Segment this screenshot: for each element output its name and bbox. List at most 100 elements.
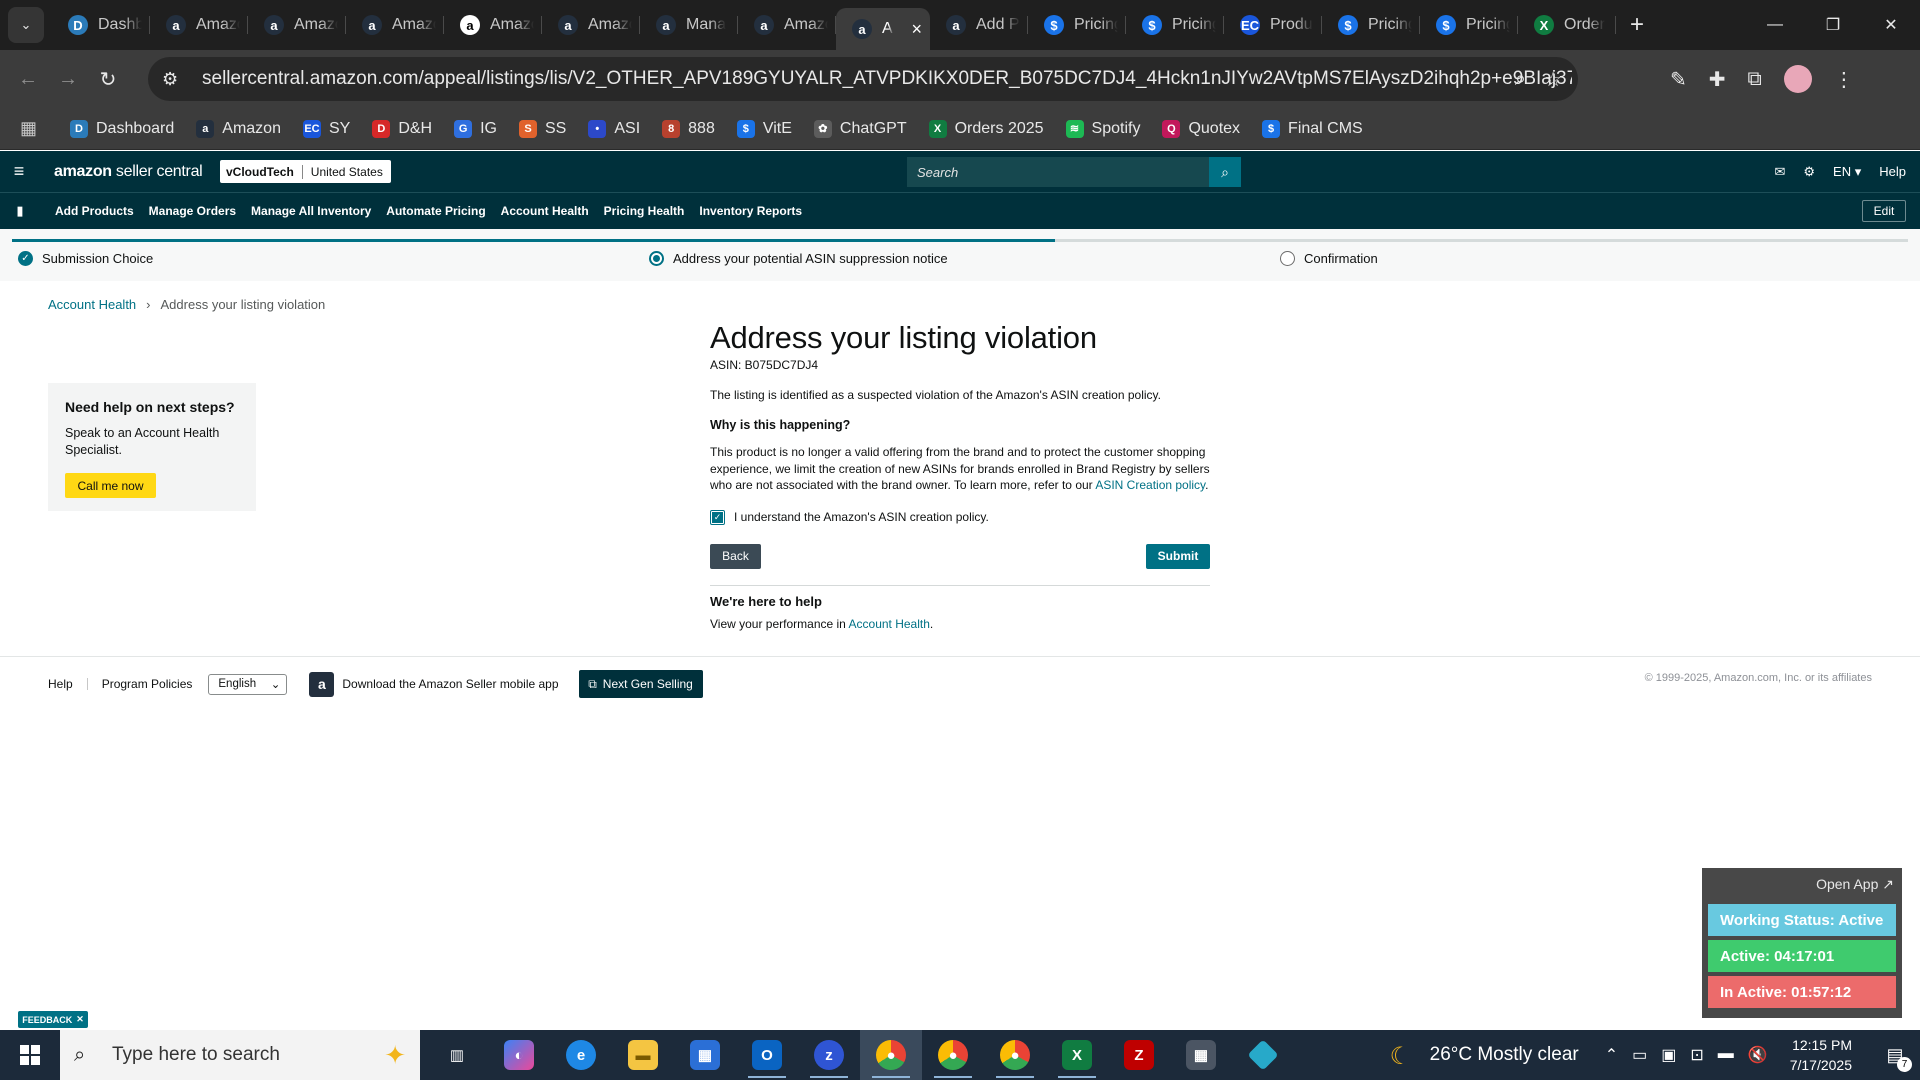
browser-tab[interactable]: a Amazo	[150, 6, 248, 44]
nav-item[interactable]: Manage All Inventory	[251, 204, 371, 218]
bookmark-item[interactable]: D D&H	[372, 119, 432, 138]
hamburger-menu-icon[interactable]: ≡	[0, 161, 38, 182]
browser-tab[interactable]: a Amazo	[248, 6, 346, 44]
display-icon[interactable]: ▭	[1632, 1045, 1647, 1065]
browser-tab[interactable]: a Amazo	[346, 6, 444, 44]
browser-menu-icon[interactable]: ⋮	[1834, 67, 1854, 92]
feedback-button[interactable]: FEEDBACK ✕	[18, 1011, 88, 1028]
browser-tab[interactable]: a Mana	[640, 6, 738, 44]
edge-icon[interactable]: e	[550, 1030, 612, 1080]
store-switcher[interactable]: vCloudTech United States	[220, 160, 391, 183]
profile-avatar[interactable]	[1783, 65, 1812, 93]
search-icon[interactable]: ⌕	[1209, 157, 1241, 187]
footer-language-select[interactable]: English ⌄	[208, 673, 288, 695]
nav-item[interactable]: Account Health	[501, 204, 589, 218]
copilot-icon[interactable]: ◐	[488, 1030, 550, 1080]
browser-tab[interactable]: a A ×	[836, 8, 930, 50]
seller-search-input[interactable]	[907, 157, 1209, 187]
browser-tab[interactable]: EC Produ	[1224, 6, 1322, 44]
nav-item[interactable]: Automate Pricing	[386, 204, 485, 218]
call-me-now-button[interactable]: Call me now	[65, 473, 156, 498]
agree-label[interactable]: I understand the Amazon's ASIN creation …	[734, 510, 989, 524]
browser-tab[interactable]: X Order	[1518, 6, 1616, 44]
volume-muted-icon[interactable]: 🔇	[1748, 1045, 1768, 1065]
bookmark-star-icon[interactable]: ☆	[1544, 67, 1562, 92]
gear-icon[interactable]: ⚙	[1803, 164, 1815, 180]
browser-tab[interactable]: $ Pricing	[1028, 6, 1126, 44]
bookmark-item[interactable]: $ Final CMS	[1262, 119, 1363, 138]
extension-shield-icon[interactable]: ✚	[1709, 67, 1726, 92]
chevron-up-icon[interactable]: ⌃	[1605, 1045, 1618, 1065]
submit-button[interactable]: Submit	[1146, 543, 1210, 569]
bookmark-item[interactable]: Q Quotex	[1162, 119, 1240, 138]
language-selector[interactable]: EN ▾	[1833, 164, 1861, 180]
address-bar[interactable]: ⚙ sellercentral.amazon.com/appeal/listin…	[148, 57, 1578, 101]
nav-item[interactable]: Add Products	[55, 204, 134, 218]
battery-icon[interactable]: ▬	[1718, 1045, 1734, 1065]
mail-icon[interactable]: ✉	[1774, 164, 1785, 180]
bookmark-item[interactable]: X Orders 2025	[928, 119, 1044, 138]
filezilla-icon[interactable]: Z	[1108, 1030, 1170, 1080]
apps-grid-icon[interactable]: ▦	[20, 117, 44, 141]
browser-tab[interactable]: $ Pricing	[1126, 6, 1224, 44]
extensions-puzzle-icon[interactable]: ⧉	[1748, 68, 1762, 91]
file-explorer-icon[interactable]: ▬	[612, 1030, 674, 1080]
breadcrumb-account-health[interactable]: Account Health	[48, 297, 136, 312]
program-policies-link[interactable]: Program Policies	[102, 677, 193, 691]
chrome-alt-icon[interactable]: ●	[984, 1030, 1046, 1080]
bookmark-item[interactable]: EC SY	[302, 119, 350, 138]
browser-tab[interactable]: $ Pricing	[1322, 6, 1420, 44]
open-app-link[interactable]: Open App ↗	[1708, 876, 1896, 900]
next-gen-selling-button[interactable]: ⧉ Next Gen Selling	[578, 670, 703, 698]
task-view-icon[interactable]: ▥	[426, 1030, 488, 1080]
bookmark-item[interactable]: G IG	[454, 119, 497, 138]
close-window-icon[interactable]: ✕	[1862, 0, 1920, 50]
zoom-icon[interactable]: ⌕	[1515, 68, 1526, 91]
taskbar-search[interactable]: ⌕ Type here to search ✦	[60, 1030, 420, 1080]
meet-icon[interactable]: ▣	[1661, 1045, 1676, 1065]
chrome-icon[interactable]: ●	[860, 1030, 922, 1080]
bookmark-icon[interactable]: ▮	[0, 203, 40, 219]
bookmark-item[interactable]: • ASI	[588, 119, 640, 138]
app-download-link[interactable]: Download the Amazon Seller mobile app	[342, 677, 558, 691]
app-diamond-icon[interactable]	[1232, 1030, 1294, 1080]
asin-creation-policy-link[interactable]: ASIN Creation policy	[1095, 478, 1205, 492]
excel-icon[interactable]: X	[1046, 1030, 1108, 1080]
reload-icon[interactable]: ↻	[88, 59, 128, 99]
copilot-sparkle-icon[interactable]: ✦	[384, 1040, 406, 1071]
bookmark-item[interactable]: ≋ Spotify	[1065, 119, 1140, 138]
new-tab-plus-icon[interactable]: +	[1630, 11, 1644, 39]
notification-icon[interactable]: ▤ 7	[1870, 1030, 1920, 1080]
edit-nav-button[interactable]: Edit	[1862, 200, 1906, 222]
footer-help-link[interactable]: Help	[48, 677, 73, 691]
chrome-profile-icon[interactable]: ●	[922, 1030, 984, 1080]
close-icon[interactable]: ✕	[76, 1014, 84, 1025]
tab-close-icon[interactable]: ×	[911, 19, 922, 40]
nav-item[interactable]: Pricing Health	[604, 204, 685, 218]
clock[interactable]: 12:15 PM 7/17/2025	[1790, 1035, 1852, 1075]
nav-item[interactable]: Inventory Reports	[699, 204, 802, 218]
screen-icon[interactable]: ⊡	[1690, 1045, 1703, 1065]
bookmark-item[interactable]: $ VitE	[736, 119, 792, 138]
browser-tab[interactable]: a Amazo	[738, 6, 836, 44]
nav-item[interactable]: Manage Orders	[149, 204, 236, 218]
agree-checkbox[interactable]: ✓	[710, 509, 725, 525]
help-link[interactable]: Help	[1879, 164, 1906, 179]
bookmark-item[interactable]: ✿ ChatGPT	[813, 119, 907, 138]
app-download[interactable]: a Download the Amazon Seller mobile app	[309, 671, 559, 697]
tab-search-chevron-icon[interactable]: ⌄	[8, 7, 44, 43]
browser-tab[interactable]: a Amazo	[444, 6, 542, 44]
restore-icon[interactable]: ❐	[1804, 0, 1862, 50]
forward-arrow-icon[interactable]: →	[48, 59, 88, 99]
store-icon[interactable]: ▦	[674, 1030, 736, 1080]
browser-tab[interactable]: a Amazo	[542, 6, 640, 44]
seller-central-logo[interactable]: amazon seller central	[54, 163, 203, 181]
zoho-icon[interactable]: z	[798, 1030, 860, 1080]
bookmark-item[interactable]: D Dashboard	[70, 119, 174, 138]
account-health-link[interactable]: Account Health	[849, 617, 930, 631]
bookmark-item[interactable]: a Amazon	[196, 119, 281, 138]
outlook-icon[interactable]: O	[736, 1030, 798, 1080]
back-arrow-icon[interactable]: ←	[8, 59, 48, 99]
start-button[interactable]	[0, 1030, 60, 1080]
extension-feather-icon[interactable]: ✎	[1670, 67, 1687, 92]
